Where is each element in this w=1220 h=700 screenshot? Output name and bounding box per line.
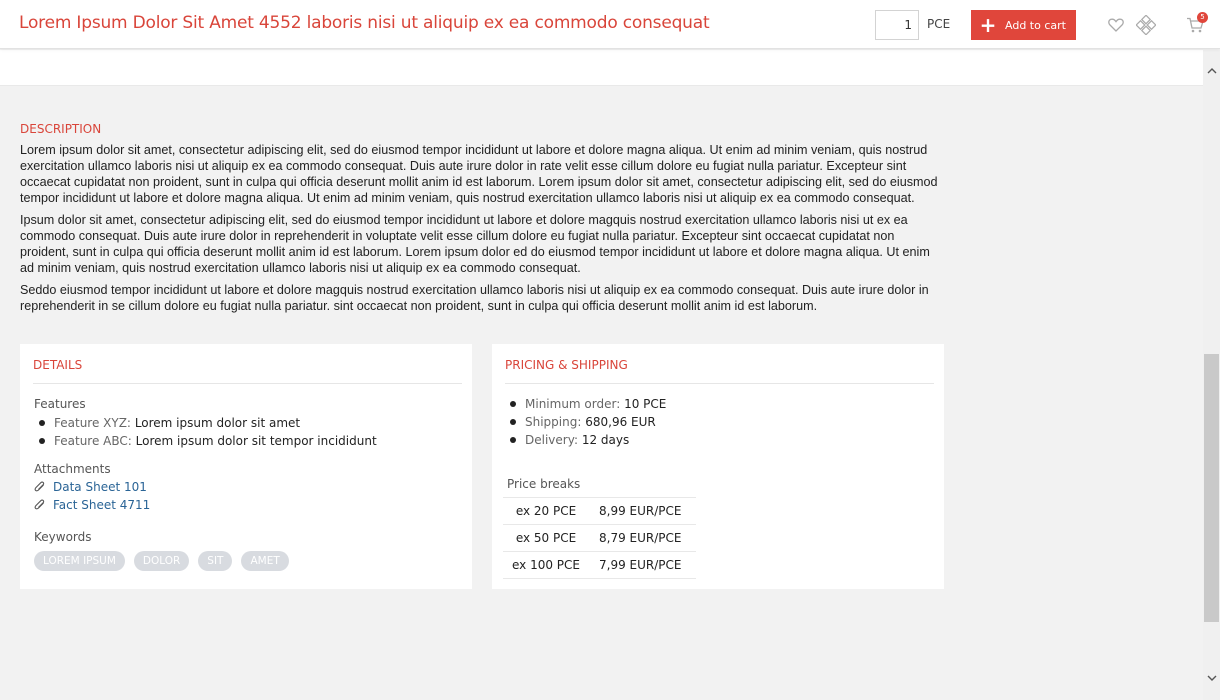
attachment-label: Fact Sheet 4711 [53,498,151,512]
unit-label: PCE [927,17,951,31]
pricing-item-value: 12 days [581,433,630,447]
description-heading: DESCRIPTION [20,122,102,136]
add-to-cart-label: Add to cart [1005,18,1066,32]
details-heading: DETAILS [33,358,83,372]
description-body: Lorem ipsum dolor sit amet, consectetur … [20,142,940,320]
keywords-label: Keywords [34,530,92,544]
keyword-tag[interactable]: LOREM IPSUM [34,551,125,571]
table-row: ex 50 PCE 8,79 EUR/PCE [503,524,696,552]
heart-icon[interactable] [1105,14,1127,36]
price-breaks-label: Price breaks [507,477,581,491]
pricing-item-name: Delivery: [525,433,578,447]
details-card: DETAILS Features Feature XYZ: Lorem ipsu… [20,344,472,589]
keyword-tag[interactable]: AMET [241,551,289,571]
list-item: Feature XYZ: Lorem ipsum dolor sit amet [34,414,377,432]
feature-value: Lorem ipsum dolor sit amet [134,416,301,430]
list-item: Delivery: 12 days [505,431,666,449]
pricing-heading: PRICING & SHIPPING [505,358,628,372]
attachment-link[interactable]: Fact Sheet 4711 [34,498,150,512]
price-breaks-table: ex 20 PCE 8,99 EUR/PCE ex 50 PCE 8,79 EU… [503,497,696,579]
features-label: Features [34,397,86,411]
subheader-strip [0,50,1203,86]
description-paragraph: Ipsum dolor sit amet, consectetur adipis… [20,213,930,275]
pricing-item-value: 680,96 EUR [585,415,656,429]
product-title: Lorem Ipsum Dolor Sit Amet 4552 laboris … [19,13,710,33]
divider [505,383,934,384]
list-item: Shipping: 680,96 EUR [505,413,666,431]
price-break-qty: ex 50 PCE [515,531,577,545]
paperclip-icon [34,499,46,511]
add-to-cart-button[interactable]: + Add to cart [971,10,1076,40]
table-row: ex 100 PCE 7,99 EUR/PCE [503,551,696,579]
price-break-price: 8,79 EUR/PCE [599,531,682,545]
keyword-tags: LOREM IPSUM DOLOR SIT AMET [34,551,289,571]
feature-name: Feature ABC: [54,434,132,448]
attachment-link[interactable]: Data Sheet 101 [34,480,147,494]
plus-icon: + [979,13,997,37]
cart-count-badge: 5 [1197,12,1208,23]
divider [33,383,462,384]
price-break-price: 7,99 EUR/PCE [599,558,682,572]
feature-value: Lorem ipsum dolor sit tempor incididunt [135,434,377,448]
pricing-item-name: Shipping: [525,415,582,429]
attachment-label: Data Sheet 101 [53,480,147,494]
list-item: Minimum order: 10 PCE [505,395,666,413]
keyword-tag[interactable]: DOLOR [133,551,190,571]
table-row: ex 20 PCE 8,99 EUR/PCE [503,497,696,525]
description-paragraph: Lorem ipsum dolor sit amet, consectetur … [20,143,938,205]
feature-name: Feature XYZ: [54,416,131,430]
scroll-up-icon[interactable] [1203,62,1220,79]
quantity-input[interactable] [875,10,919,40]
price-break-price: 8,99 EUR/PCE [599,504,682,518]
description-paragraph: Seddo eiusmod tempor incididunt ut labor… [20,283,929,313]
price-break-qty: ex 100 PCE [511,558,580,572]
pricing-item-name: Minimum order: [525,397,621,411]
keyword-tag[interactable]: SIT [198,551,233,571]
compare-icon[interactable] [1135,14,1157,36]
price-break-qty: ex 20 PCE [515,504,577,518]
attachments-label: Attachments [34,462,111,476]
features-list: Feature XYZ: Lorem ipsum dolor sit amet … [34,414,377,450]
pricing-item-value: 10 PCE [624,397,667,411]
scroll-down-icon[interactable] [1203,670,1220,687]
scrollbar-thumb[interactable] [1204,354,1219,622]
pricing-card: PRICING & SHIPPING Minimum order: 10 PCE… [492,344,944,589]
product-header: Lorem Ipsum Dolor Sit Amet 4552 laboris … [0,0,1220,49]
pricing-list: Minimum order: 10 PCE Shipping: 680,96 E… [505,395,666,449]
paperclip-icon [34,481,46,493]
list-item: Feature ABC: Lorem ipsum dolor sit tempo… [34,432,377,450]
